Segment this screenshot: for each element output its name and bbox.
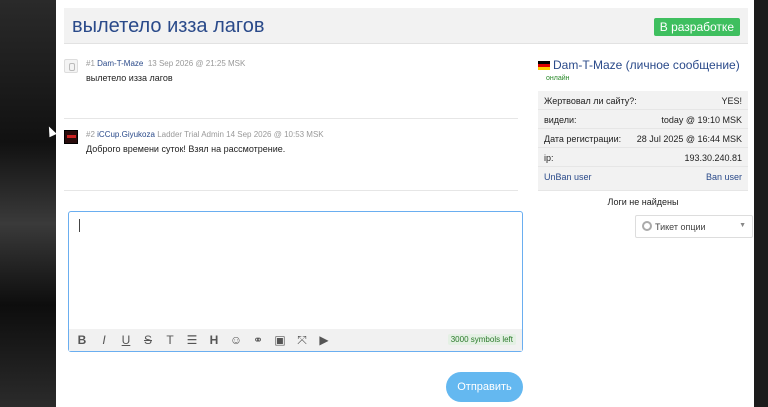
symbols-counter: 3000 symbols left — [447, 334, 516, 345]
background-left — [0, 0, 56, 407]
divider — [64, 190, 518, 191]
emoji-icon[interactable]: ☺ — [229, 333, 243, 347]
ticket-title: вылетело изза лагов — [72, 15, 265, 37]
message-author[interactable]: Dam-T-Maze — [97, 59, 143, 68]
ban-user-link[interactable]: Ban user — [706, 172, 742, 182]
heading-icon[interactable]: H — [207, 333, 221, 347]
ticket-header: вылетело изза лагов В разработке — [64, 8, 748, 44]
ticket-options-select[interactable]: Тикет опции ▼ — [635, 215, 753, 238]
image-icon[interactable]: ▣ — [273, 333, 287, 347]
info-label: Жертвовал ли сайту?: — [544, 96, 637, 106]
message-text: вылетело изза лагов — [86, 73, 173, 83]
message-text: Доброго времени суток! Взял на рассмотре… — [86, 144, 286, 154]
divider — [64, 118, 518, 119]
message-date: 13 Sep 2026 @ 21:25 MSK — [147, 59, 246, 68]
chevron-down-icon: ▼ — [739, 222, 746, 229]
info-row: Жертвовал ли сайту?: YES! — [538, 91, 748, 110]
underline-icon[interactable]: U — [119, 333, 133, 347]
sidebar-username[interactable]: Dam-T-Maze (личное сообщение) — [553, 58, 740, 72]
ticket-options-label: Тикет опции — [655, 222, 706, 232]
message-role: Ladder Trial Admin — [157, 130, 224, 139]
message-meta: #2 iCCup.Giyukoza Ladder Trial Admin 14 … — [86, 130, 324, 139]
info-value: 193.30.240.81 — [684, 153, 742, 163]
youtube-icon[interactable]: ▶ — [317, 333, 331, 347]
gear-icon — [642, 221, 652, 231]
unban-user-link[interactable]: UnBan user — [544, 172, 592, 182]
message-number: #1 — [86, 59, 95, 68]
info-value: 28 Jul 2025 @ 16:44 MSK — [636, 134, 742, 144]
user-info-panel: Жертвовал ли сайту?: YES! видели: today … — [538, 91, 748, 191]
message-date: 14 Sep 2026 @ 10:53 MSK — [226, 130, 324, 139]
no-logs-text: Логи не найдены — [607, 197, 679, 207]
text-caret — [79, 219, 80, 232]
status-badge: В разработке — [653, 18, 740, 36]
info-value: today @ 19:10 MSK — [661, 115, 742, 125]
link-icon[interactable]: ⚭ — [251, 333, 265, 347]
message-author[interactable]: iCCup.Giyukoza — [97, 130, 155, 139]
background-right — [754, 0, 768, 407]
info-row: ip: 193.30.240.81 — [538, 148, 748, 167]
send-button[interactable]: Отправить — [446, 372, 523, 402]
online-status: онлайн — [546, 75, 570, 82]
list-icon[interactable]: ☰ — [185, 333, 199, 347]
info-label: Дата регистрации: — [544, 134, 622, 144]
message-number: #2 — [86, 130, 95, 139]
clear-format-icon[interactable]: T — [163, 333, 177, 347]
message-meta: #1 Dam-T-Maze 13 Sep 2026 @ 21:25 MSK — [86, 59, 245, 68]
italic-icon[interactable]: I — [97, 333, 111, 347]
reply-editor[interactable]: B I U S T ☰ H ☺ ⚭ ▣ ⤧ ▶ 3000 symbols lef… — [68, 211, 523, 352]
info-row: Дата регистрации: 28 Jul 2025 @ 16:44 MS… — [538, 129, 748, 148]
flag-icon — [538, 61, 550, 70]
bold-icon[interactable]: B — [75, 333, 89, 347]
ticket-page: вылетело изза лагов В разработке #1 Dam-… — [56, 0, 754, 407]
spoiler-icon[interactable]: ⤧ — [295, 333, 309, 347]
ban-actions-row: UnBan user Ban user — [538, 167, 748, 191]
strikethrough-icon[interactable]: S — [141, 333, 155, 347]
info-value: YES! — [721, 96, 742, 106]
info-label: видели: — [544, 115, 577, 125]
editor-toolbar: B I U S T ☰ H ☺ ⚭ ▣ ⤧ ▶ 3000 symbols lef… — [69, 329, 522, 351]
info-label: ip: — [544, 153, 554, 163]
avatar — [64, 59, 78, 73]
avatar — [64, 130, 78, 144]
info-row: видели: today @ 19:10 MSK — [538, 110, 748, 129]
